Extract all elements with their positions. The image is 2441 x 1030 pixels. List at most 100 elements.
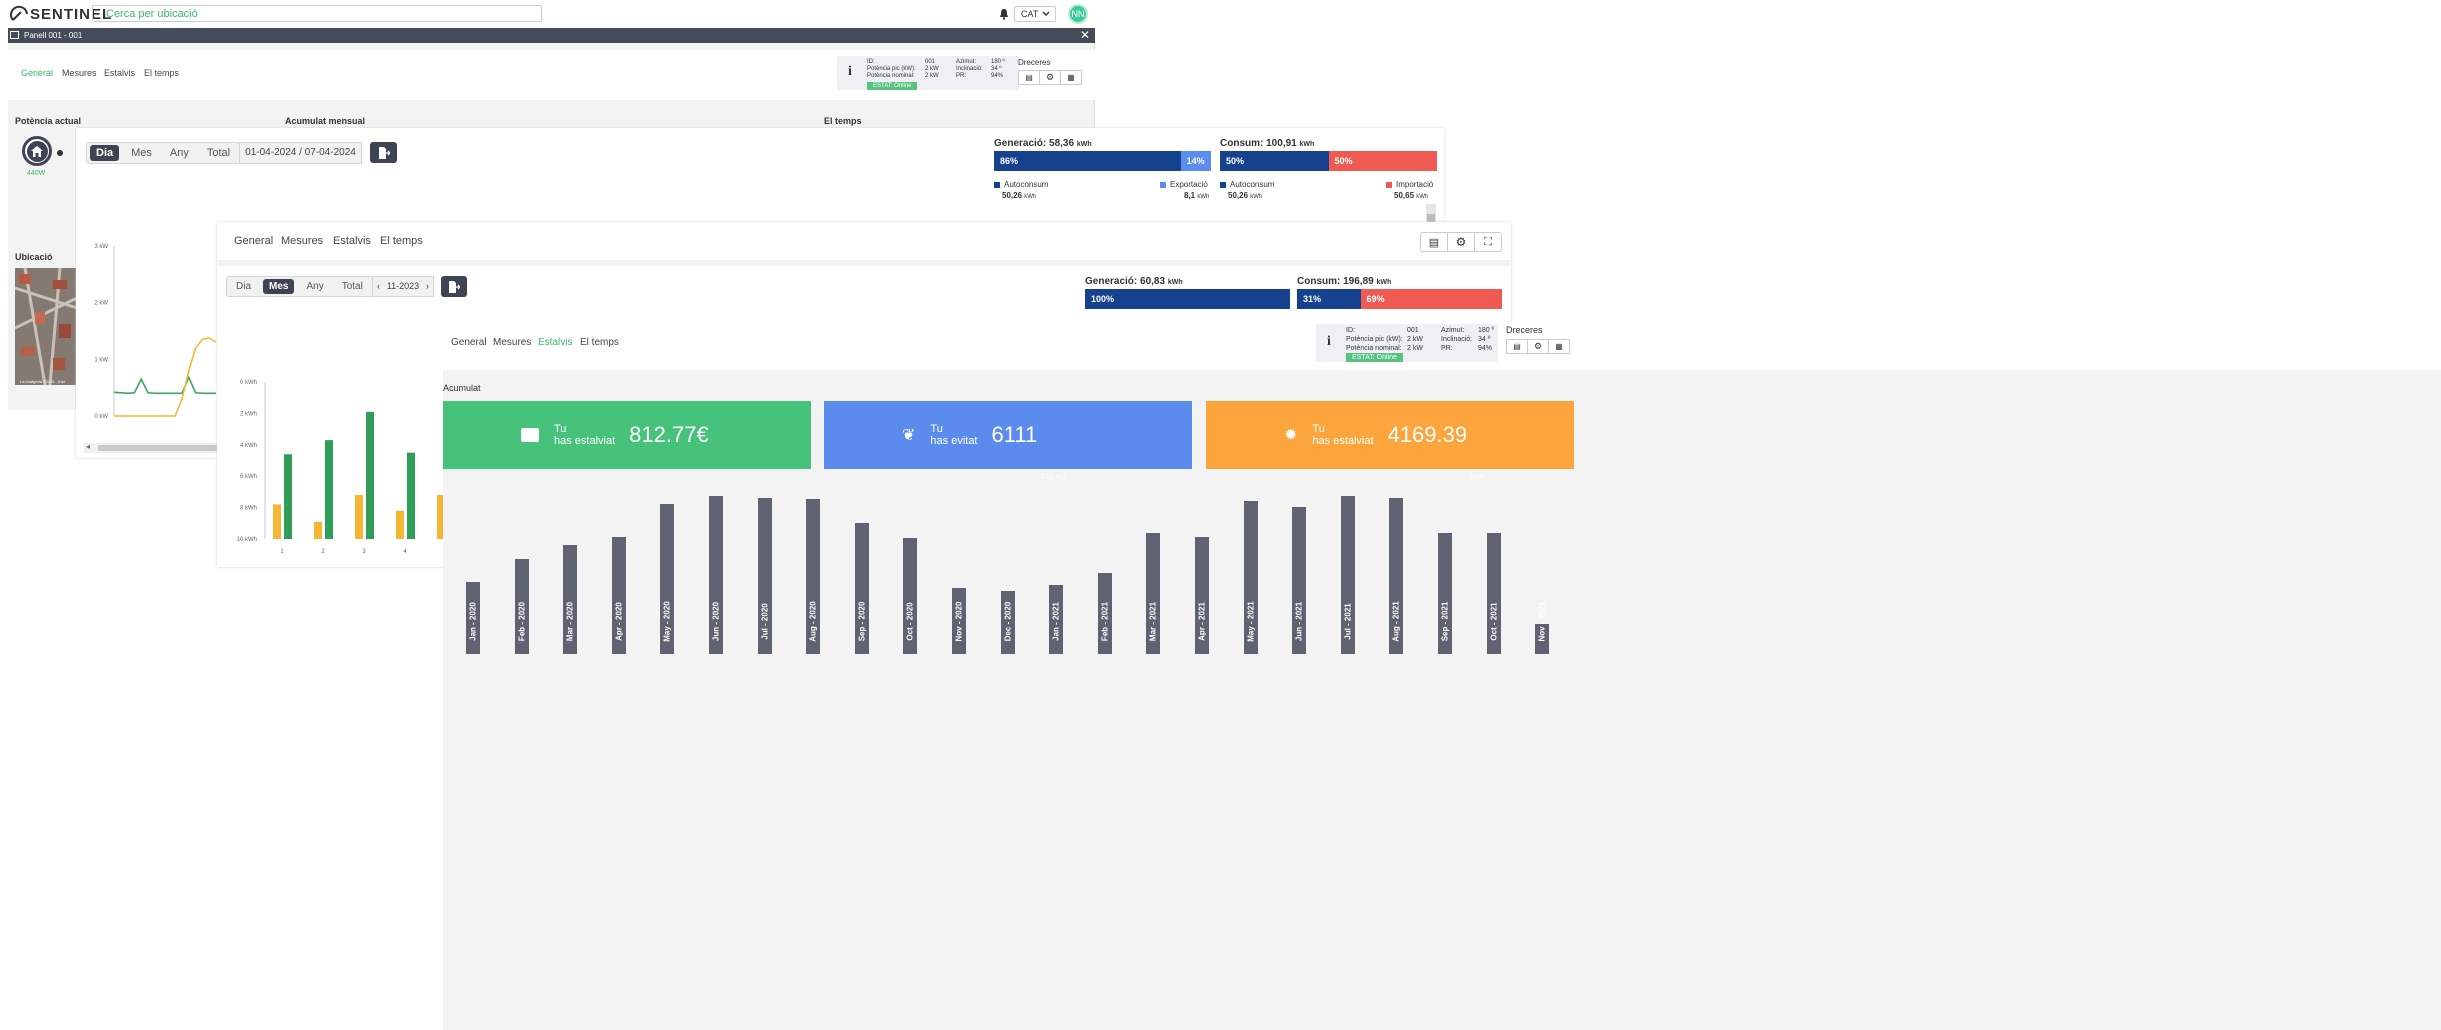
month-bar[interactable]: Aug - 2021 (1389, 497, 1404, 654)
tab-estalvis-2[interactable]: Estalvis (333, 235, 371, 247)
tab-estalvis[interactable]: Estalvis (104, 68, 135, 78)
cons-bar-import: 50% (1328, 151, 1437, 171)
tab-mesures-3[interactable]: Mesures (493, 337, 531, 348)
close-icon[interactable]: ✕ (1080, 28, 1090, 43)
month-bar[interactable]: Feb - 2020 (514, 558, 529, 654)
y-tick-label: 2 kWh (240, 411, 257, 417)
y-tick-label: 3 kW (94, 244, 108, 250)
panel-estalvis: General Mesures Estalvis El temps i ID: … (443, 322, 2441, 1030)
period-total-2[interactable]: Total (336, 279, 369, 294)
period-total[interactable]: Total (201, 145, 236, 161)
tab-el-temps[interactable]: El temps (144, 68, 179, 78)
period-any-2[interactable]: Any (300, 279, 329, 294)
avatar[interactable]: NN (1068, 4, 1088, 24)
month-bar[interactable]: Mar - 2020 (563, 544, 578, 654)
month-bar-label: Aug - 2020 (808, 601, 818, 642)
shortcut-calculator-button[interactable]: ▦ (1060, 70, 1082, 85)
month-bar[interactable]: Apr - 2021 (1195, 536, 1209, 654)
month-bar[interactable]: Sep - 2020 (854, 522, 869, 654)
tab-general-3[interactable]: General (451, 337, 487, 348)
y-tick-label: 2 kW (94, 301, 108, 307)
period-selector[interactable]: Dia Mes Any Total (86, 142, 241, 164)
info-id-label: ID: (1346, 327, 1355, 334)
shortcut-book-button[interactable]: ▤ (1018, 70, 1040, 85)
card-money-text: Tu has estalviat (554, 423, 615, 447)
info-azimut-label: Azimut: (956, 59, 977, 65)
info-id-value: 001 (1407, 327, 1419, 334)
month-bar[interactable]: Feb - 2021 (1097, 572, 1112, 654)
consumption-label: Consum: 100,91 (1220, 138, 1297, 149)
search-input[interactable]: Cerca per ubicació (92, 5, 542, 22)
month-bar[interactable]: Jul - 2021 (1340, 496, 1355, 654)
month-bar[interactable]: Nov - 2020 (952, 588, 966, 654)
period-any[interactable]: Any (164, 145, 195, 161)
daily-bar-chart: 10 kWh 8 kWh 6 kWh 4 kWh 2 kWh 0 kWh 1 2 3 4 (237, 380, 443, 555)
month-bar[interactable]: Mar - 2021 (1146, 532, 1161, 654)
month-bar[interactable]: May - 2021 (1243, 500, 1258, 654)
panel-info-box-3: i ID: 001 Potència pic (kW): 2 kW Potènc… (1316, 324, 1498, 362)
shortcuts-label: Dreceres (1018, 58, 1051, 67)
consumption-summary-2: Consum: 196,89 kWh (1297, 276, 1391, 287)
shortcuts-label: Dreceres (1506, 325, 1543, 335)
month-bar[interactable]: Jun - 2020 (709, 496, 723, 654)
tab-el-temps-3[interactable]: El temps (580, 337, 619, 348)
legend-autoconsum-value: 50,26 kWh (1002, 191, 1037, 200)
section-el-temps: El temps (824, 116, 862, 126)
scrollbar-vertical[interactable] (1426, 204, 1436, 224)
info-peak-value: 2 kW (925, 66, 939, 72)
shortcut-book-button-2[interactable]: ▤ (1420, 232, 1448, 252)
month-bar-label: Dec - 2020 (1003, 601, 1013, 642)
month-bar[interactable]: Sep - 2021 (1438, 532, 1452, 654)
section-acumulat-mensual: Acumulat mensual (285, 116, 366, 126)
shortcut-book-button-3[interactable]: ▤ (1506, 339, 1528, 354)
book-icon: ▤ (1025, 73, 1033, 82)
location-map[interactable]: La imatgeria ©2021 , Inst (15, 268, 77, 385)
consumption-bar: 50% 50% (1220, 151, 1437, 171)
tab-estalvis-3[interactable]: Estalvis (538, 337, 572, 348)
period-dia[interactable]: Dia (90, 145, 120, 161)
tab-general[interactable]: General (21, 68, 53, 78)
month-bar[interactable]: Oct - 2021 (1486, 532, 1501, 654)
date-range-field[interactable]: 01-04-2024 / 07-04-2024 (239, 142, 362, 164)
export-button[interactable] (370, 142, 397, 163)
month-bar[interactable]: Jun - 2021 (1292, 507, 1307, 654)
period-dia-2[interactable]: Dia (230, 279, 257, 294)
shortcut-panel-button-2[interactable]: ⛶ (1474, 232, 1502, 252)
tab-mesures[interactable]: Mesures (62, 68, 97, 78)
shortcut-settings-button[interactable]: ⚙ (1039, 70, 1061, 85)
month-bar-label: Sep - 2020 (857, 601, 867, 642)
period-mes[interactable]: Mes (125, 145, 158, 161)
period-selector-2[interactable]: Dia Mes Any Total (226, 276, 373, 297)
month-bar-label: Jul - 2020 (760, 603, 770, 640)
month-bar[interactable]: Jan - 2021 (1049, 585, 1064, 654)
tab-mesures-2[interactable]: Mesures (281, 235, 323, 247)
month-bar[interactable]: Jul - 2020 (757, 497, 772, 654)
horizontal-scrollbar[interactable]: ◂ (84, 442, 218, 453)
month-bar[interactable]: May - 2020 (660, 503, 675, 654)
bar-4-0 (396, 510, 404, 539)
month-bar[interactable]: Dec - 2020 (1000, 591, 1015, 654)
power-icon-circle (22, 136, 52, 166)
language-select[interactable]: CAT (1014, 6, 1056, 22)
tab-el-temps-2[interactable]: El temps (380, 235, 423, 247)
chevron-left-icon[interactable]: ‹ (377, 277, 380, 296)
shortcut-settings-button-3[interactable]: ⚙ (1527, 339, 1549, 354)
month-bar-label: Feb - 2020 (517, 601, 527, 642)
bell-icon[interactable] (998, 8, 1010, 20)
info-nominal-label: Potència nominal: (1346, 345, 1402, 352)
month-bar[interactable]: Apr - 2020 (611, 536, 626, 654)
shortcut-settings-button-2[interactable]: ⚙ (1447, 232, 1475, 252)
month-bar[interactable]: Jan - 2020 (466, 582, 480, 654)
month-picker[interactable]: ‹ 11-2023 › (372, 276, 434, 297)
tab-general-2[interactable]: General (234, 235, 273, 247)
shortcut-calculator-button-3[interactable]: ▦ (1548, 339, 1570, 354)
chevron-right-icon[interactable]: › (426, 277, 429, 296)
card-energy-value: 4169.39 (1387, 422, 1468, 447)
month-bar[interactable]: Nov - 2021 (1535, 601, 1550, 654)
scroll-left-icon[interactable]: ◂ (86, 442, 90, 451)
export-button-2[interactable] (441, 276, 467, 297)
period-mes-2[interactable]: Mes (263, 279, 295, 294)
month-bar[interactable]: Aug - 2020 (806, 499, 821, 654)
month-bar[interactable]: Oct - 2020 (903, 538, 918, 654)
month-bar-label: Jan - 2020 (468, 602, 478, 641)
